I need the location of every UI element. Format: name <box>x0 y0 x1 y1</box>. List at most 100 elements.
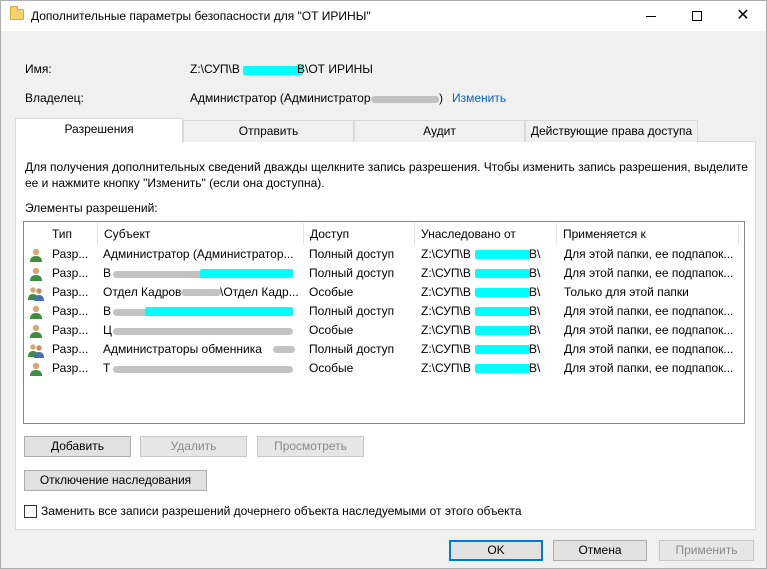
maximize-button[interactable] <box>674 1 720 31</box>
permission-row[interactable]: Разр... В Полный доступ Z:\СУП\В В\ Для … <box>25 264 743 283</box>
permission-row[interactable]: Разр... Отдел Кадров \Отдел Кадр... Особ… <box>25 283 743 302</box>
apply-button[interactable]: Применить <box>659 540 754 561</box>
row-inherited-from-tail: В\ <box>529 285 541 299</box>
redaction <box>371 96 439 103</box>
name-label: Имя: <box>25 62 52 76</box>
folder-icon <box>10 6 24 20</box>
change-owner-link[interactable]: Изменить <box>452 91 506 105</box>
row-access: Полный доступ <box>309 304 395 318</box>
tab-audit[interactable]: Аудит <box>354 120 525 142</box>
row-inherited-from-tail: В\ <box>529 247 541 261</box>
user-icon <box>30 324 42 338</box>
row-applies-to: Для этой папки, ее подпапок... <box>564 266 734 280</box>
cancel-button[interactable]: Отмена <box>553 540 647 561</box>
row-applies-to: Для этой папки, ее подпапок... <box>564 323 734 337</box>
description-text-line1: Для получения дополнительных сведений дв… <box>25 160 748 174</box>
row-inherited-from: Z:\СУП\В <box>421 266 471 280</box>
security-dialog: Дополнительные параметры безопасности дл… <box>0 0 767 569</box>
redaction <box>113 366 293 373</box>
close-icon: ✕ <box>736 7 750 24</box>
redaction <box>181 289 221 296</box>
close-button[interactable]: ✕ <box>720 1 766 31</box>
tab-effective-access[interactable]: Действующие права доступа <box>525 120 698 142</box>
row-type: Разр... <box>52 266 89 280</box>
add-button[interactable]: Добавить <box>24 436 131 457</box>
replace-child-permissions-checkbox[interactable] <box>24 505 37 518</box>
view-button[interactable]: Просмотреть <box>257 436 364 457</box>
minimize-icon <box>646 15 656 17</box>
permission-row[interactable]: Разр... Администратор (Администратор... … <box>25 245 743 264</box>
remove-button[interactable]: Удалить <box>140 436 247 457</box>
tab-permissions[interactable]: Разрешения <box>15 118 183 143</box>
redaction <box>113 328 293 335</box>
disable-inheritance-button[interactable]: Отключение наследования <box>24 470 207 491</box>
row-inherited-from-tail: В\ <box>529 361 541 375</box>
column-header-subject[interactable]: Субъект <box>98 223 304 245</box>
group-icon <box>28 344 44 358</box>
redaction <box>145 307 293 316</box>
row-inherited-from: Z:\СУП\В <box>421 247 471 261</box>
row-inherited-from: Z:\СУП\В <box>421 342 471 356</box>
replace-child-permissions-label[interactable]: Заменить все записи разрешений дочернего… <box>41 504 522 518</box>
row-inherited-from-tail: В\ <box>529 323 541 337</box>
redaction <box>475 307 530 316</box>
redaction <box>475 345 530 354</box>
row-applies-to: Для этой папки, ее подпапок... <box>564 361 734 375</box>
redaction <box>475 364 530 373</box>
row-type: Разр... <box>52 247 89 261</box>
group-icon <box>28 287 44 301</box>
row-subject: Администраторы обменника <box>103 342 262 356</box>
user-icon <box>30 305 42 319</box>
ok-button[interactable]: OK <box>449 540 543 561</box>
row-applies-to: Для этой папки, ее подпапок... <box>564 247 734 261</box>
row-inherited-from: Z:\СУП\В <box>421 361 471 375</box>
owner-label: Владелец: <box>25 91 84 105</box>
row-applies-to: Для этой папки, ее подпапок... <box>564 304 734 318</box>
row-type: Разр... <box>52 304 89 318</box>
title-bar: Дополнительные параметры безопасности дл… <box>1 1 766 31</box>
row-access: Полный доступ <box>309 247 395 261</box>
row-access: Особые <box>309 361 354 375</box>
redaction <box>475 288 530 297</box>
name-value-suffix: В\ОТ ИРИНЫ <box>297 62 373 76</box>
row-inherited-from-tail: В\ <box>529 342 541 356</box>
owner-value-tail: ) <box>439 91 443 105</box>
permission-row[interactable]: Разр... Ц Особые Z:\СУП\В В\ Для этой па… <box>25 321 743 340</box>
row-applies-to: Только для этой папки <box>564 285 689 299</box>
minimize-button[interactable] <box>628 1 674 31</box>
permission-row[interactable]: Разр... В Полный доступ Z:\СУП\В В\ Для … <box>25 302 743 321</box>
column-header-inherited-from[interactable]: Унаследовано от <box>415 223 557 245</box>
row-subject: Отдел Кадров <box>103 285 181 299</box>
row-type: Разр... <box>52 323 89 337</box>
permission-entries-label: Элементы разрешений: <box>25 201 158 215</box>
row-applies-to: Для этой папки, ее подпапок... <box>564 342 734 356</box>
row-type: Разр... <box>52 285 89 299</box>
column-header-type[interactable]: Тип <box>46 223 98 245</box>
row-inherited-from-tail: В\ <box>529 266 541 280</box>
row-subject-tail: \Отдел Кадр... <box>220 285 299 299</box>
user-icon <box>30 362 42 376</box>
permission-entries-list[interactable]: Тип Субъект Доступ Унаследовано от Приме… <box>23 221 745 424</box>
column-header-applies-to[interactable]: Применяется к <box>557 223 739 245</box>
redaction <box>475 326 530 335</box>
row-subject: Администратор (Администратор... <box>103 247 294 261</box>
row-access: Особые <box>309 323 354 337</box>
permission-row[interactable]: Разр... Администраторы обменника Полный … <box>25 340 743 359</box>
redaction <box>475 250 530 259</box>
row-type: Разр... <box>52 342 89 356</box>
permission-row[interactable]: Разр... Т Особые Z:\СУП\В В\ Для этой па… <box>25 359 743 378</box>
description-text-line2: ее и нажмите кнопку "Изменить" (если она… <box>25 176 325 190</box>
redaction <box>243 66 303 75</box>
row-inherited-from-tail: В\ <box>529 304 541 318</box>
user-icon <box>30 267 42 281</box>
row-access: Полный доступ <box>309 266 395 280</box>
column-header-access[interactable]: Доступ <box>304 223 415 245</box>
row-access: Особые <box>309 285 354 299</box>
row-access: Полный доступ <box>309 342 395 356</box>
window-title: Дополнительные параметры безопасности дл… <box>31 9 371 23</box>
redaction <box>200 269 293 278</box>
row-type: Разр... <box>52 361 89 375</box>
maximize-icon <box>692 11 702 21</box>
tab-send[interactable]: Отправить <box>183 120 354 142</box>
row-inherited-from: Z:\СУП\В <box>421 304 471 318</box>
